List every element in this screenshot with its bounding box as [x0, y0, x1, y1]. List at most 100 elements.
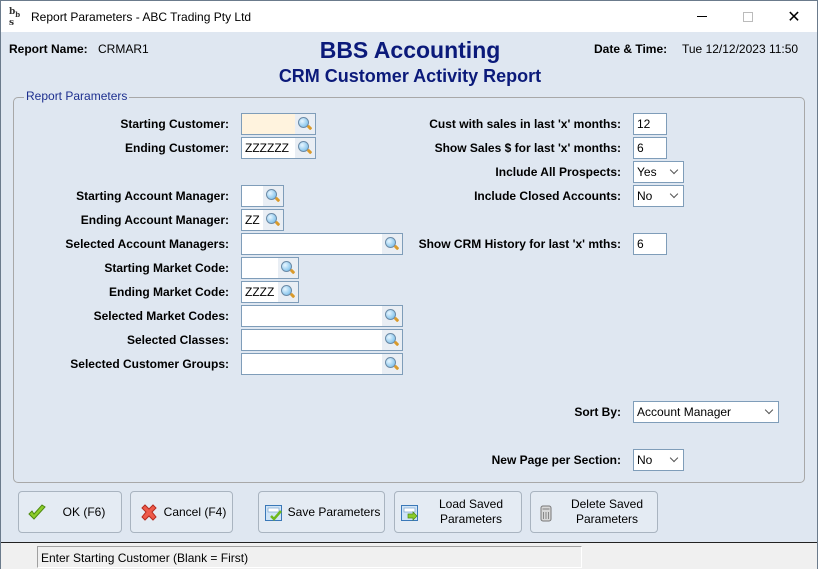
ending-market-code-lookup-button[interactable]	[278, 282, 298, 302]
sort-by-label: Sort By:	[574, 405, 621, 419]
maximize-button[interactable]	[725, 1, 771, 32]
load-saved-parameters-label: Load Saved Parameters	[421, 492, 521, 532]
status-bar: Enter Starting Customer (Blank = First)	[1, 542, 817, 569]
panel-legend: Report Parameters	[24, 89, 130, 103]
starting-customer-field[interactable]	[241, 113, 316, 135]
starting-customer-label: Starting Customer:	[120, 117, 229, 131]
ending-customer-label: Ending Customer:	[125, 141, 229, 155]
ending-market-code-label: Ending Market Code:	[108, 285, 229, 299]
ending-market-code-field[interactable]: ZZZZ	[241, 281, 299, 303]
new-page-per-section-label: New Page per Section:	[491, 453, 621, 467]
chevron-down-icon	[670, 454, 678, 462]
include-prospects-select[interactable]: Yes	[633, 161, 684, 183]
save-parameters-label: Save Parameters	[287, 504, 381, 519]
save-parameters-button[interactable]: Save Parameters	[258, 491, 385, 533]
starting-market-code-field[interactable]	[241, 257, 299, 279]
starting-customer-lookup-button[interactable]	[295, 114, 315, 134]
include-prospects-label: Include All Prospects:	[495, 165, 621, 179]
load-label-line2: Parameters	[439, 512, 503, 526]
ending-account-manager-value: ZZ	[245, 213, 260, 227]
magnifier-icon	[384, 236, 400, 252]
starting-account-manager-label: Starting Account Manager:	[76, 189, 229, 203]
report-title: CRM Customer Activity Report	[278, 66, 542, 86]
starting-account-manager-field[interactable]	[241, 185, 284, 207]
chevron-down-icon	[670, 166, 678, 174]
checkmark-icon	[28, 504, 46, 520]
selected-account-managers-lookup-button[interactable]	[382, 234, 402, 254]
magnifier-icon	[265, 212, 281, 228]
starting-account-manager-lookup-button[interactable]	[263, 186, 283, 206]
selected-classes-lookup-button[interactable]	[382, 330, 402, 350]
magnifier-icon	[297, 116, 313, 132]
ending-customer-value: ZZZZZZ	[245, 141, 289, 155]
delete-saved-parameters-button[interactable]: Delete Saved Parameters	[530, 491, 658, 533]
sort-by-select[interactable]: Account Manager	[633, 401, 779, 423]
new-page-per-section-value: No	[637, 453, 653, 467]
delete-label-line1: Delete Saved	[570, 497, 644, 511]
magnifier-icon	[297, 140, 313, 156]
bbs-app-icon: bb s	[9, 7, 21, 28]
selected-customer-groups-lookup-button[interactable]	[382, 354, 402, 374]
save-parameters-icon	[265, 505, 282, 521]
ending-customer-lookup-button[interactable]	[295, 138, 315, 158]
load-parameters-icon	[401, 505, 418, 521]
red-x-icon	[141, 504, 157, 521]
cust-sales-months-input[interactable]: 12	[633, 113, 667, 135]
show-sales-months-input[interactable]: 6	[633, 137, 667, 159]
status-message: Enter Starting Customer (Blank = First)	[37, 546, 582, 568]
chevron-down-icon	[765, 406, 773, 414]
cancel-button-label: Cancel (F4)	[163, 504, 227, 519]
close-icon: ✕	[787, 8, 801, 26]
crm-history-months-label: Show CRM History for last 'x' mths:	[418, 237, 621, 251]
load-saved-parameters-button[interactable]: Load Saved Parameters	[394, 491, 522, 533]
ok-button[interactable]: OK (F6)	[18, 491, 122, 533]
include-closed-select[interactable]: No	[633, 185, 684, 207]
trash-bin-icon	[540, 505, 552, 522]
minimize-button[interactable]	[679, 1, 725, 32]
selected-account-managers-label: Selected Account Managers:	[65, 237, 229, 251]
report-parameters-window: bb s Report Parameters - ABC Trading Pty …	[0, 0, 818, 569]
ending-customer-field[interactable]: ZZZZZZ	[241, 137, 316, 159]
minimize-icon	[697, 16, 707, 17]
selected-classes-label: Selected Classes:	[126, 333, 229, 347]
selected-market-codes-field[interactable]	[241, 305, 403, 327]
ending-account-manager-field[interactable]: ZZ	[241, 209, 284, 231]
starting-market-code-lookup-button[interactable]	[278, 258, 298, 278]
include-closed-value: No	[637, 189, 653, 203]
delete-saved-parameters-label: Delete Saved Parameters	[557, 492, 657, 532]
magnifier-icon	[384, 332, 400, 348]
magnifier-icon	[265, 188, 281, 204]
include-prospects-value: Yes	[637, 165, 657, 179]
ending-account-manager-lookup-button[interactable]	[263, 210, 283, 230]
maximize-icon	[743, 11, 753, 22]
selected-account-managers-field[interactable]	[241, 233, 403, 255]
starting-market-code-label: Starting Market Code:	[104, 261, 229, 275]
selected-market-codes-lookup-button[interactable]	[382, 306, 402, 326]
datetime-value: Tue 12/12/2023 11:50	[682, 42, 799, 56]
selected-classes-field[interactable]	[241, 329, 403, 351]
datetime-label: Date & Time:	[594, 42, 668, 56]
chevron-down-icon	[670, 190, 678, 198]
ending-account-manager-label: Ending Account Manager:	[80, 213, 229, 227]
selected-market-codes-label: Selected Market Codes:	[93, 309, 229, 323]
cust-sales-months-label: Cust with sales in last 'x' months:	[429, 117, 621, 131]
close-button[interactable]: ✕	[771, 1, 817, 32]
magnifier-icon	[384, 356, 400, 372]
sort-by-value: Account Manager	[637, 405, 732, 419]
magnifier-icon	[384, 308, 400, 324]
window-title: Report Parameters - ABC Trading Pty Ltd	[31, 10, 252, 24]
selected-customer-groups-field[interactable]	[241, 353, 403, 375]
ending-market-code-value: ZZZZ	[245, 285, 275, 299]
selected-customer-groups-label: Selected Customer Groups:	[70, 357, 229, 371]
crm-history-months-input[interactable]: 6	[633, 233, 667, 255]
magnifier-icon	[280, 284, 296, 300]
show-sales-months-label: Show Sales $ for last 'x' months:	[434, 141, 621, 155]
new-page-per-section-select[interactable]: No	[633, 449, 684, 471]
load-label-line1: Load Saved	[438, 497, 504, 511]
cancel-button[interactable]: Cancel (F4)	[130, 491, 233, 533]
title-bar: bb s Report Parameters - ABC Trading Pty …	[1, 1, 817, 32]
ok-button-label: OK (F6)	[62, 504, 106, 519]
include-closed-label: Include Closed Accounts:	[474, 189, 621, 203]
delete-label-line2: Parameters	[575, 512, 638, 526]
magnifier-icon	[280, 260, 296, 276]
